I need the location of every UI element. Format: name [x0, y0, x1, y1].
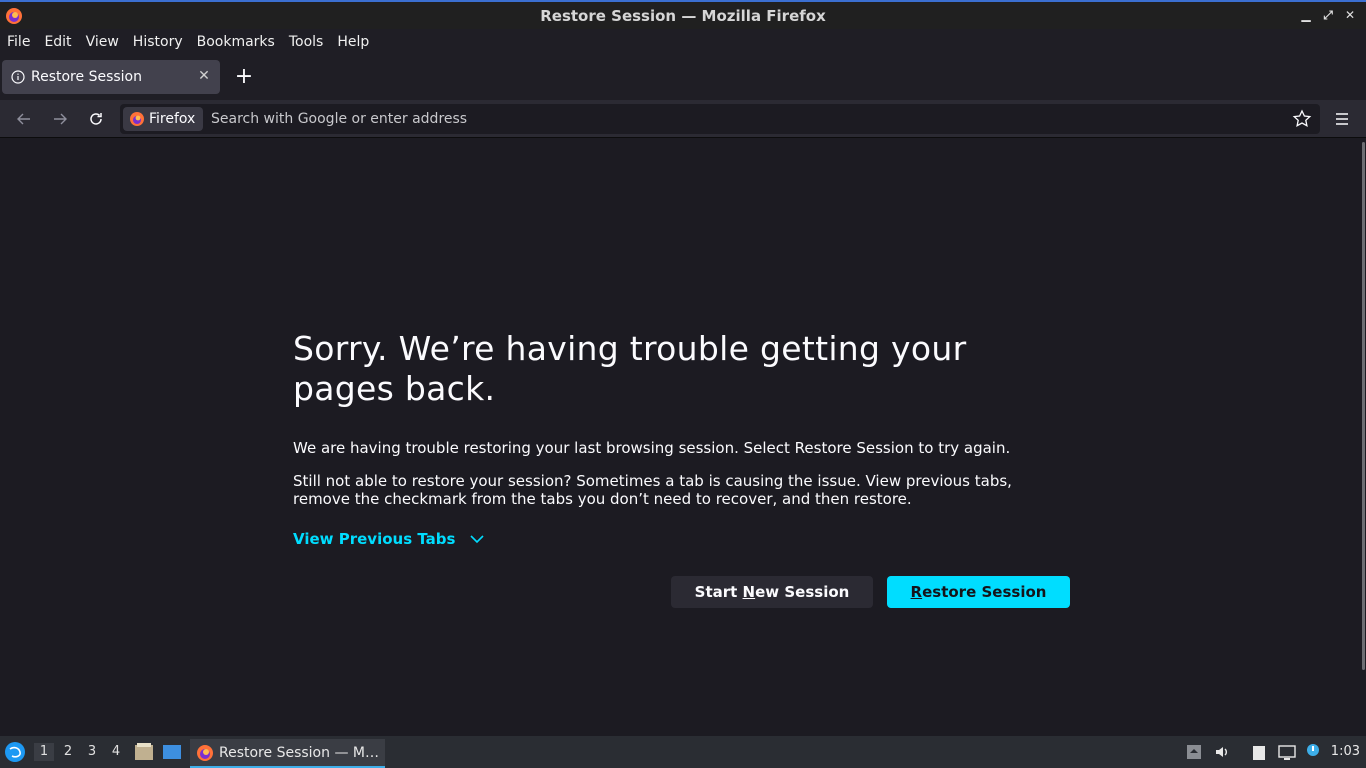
- task-label: Restore Session — M…: [219, 744, 379, 761]
- start-menu-icon[interactable]: [4, 741, 26, 763]
- window-titlebar: Restore Session — Mozilla Firefox ▁ ⤢ ✕: [0, 0, 1366, 29]
- chevron-down-icon: [470, 535, 485, 544]
- window-controls: ▁ ⤢ ✕: [1298, 7, 1358, 23]
- workspace-1[interactable]: 1: [34, 743, 54, 761]
- info-icon: [11, 70, 25, 84]
- maximize-icon[interactable]: ⤢: [1320, 7, 1336, 23]
- button-label-part: estore Session: [922, 583, 1047, 601]
- close-window-icon[interactable]: ✕: [1342, 7, 1358, 23]
- firefox-icon: [6, 8, 22, 24]
- error-description: We are having trouble restoring your las…: [293, 439, 1011, 457]
- button-label-part: ew Session: [755, 583, 850, 601]
- network-icon[interactable]: [1278, 743, 1296, 761]
- menu-edit[interactable]: Edit: [44, 34, 71, 50]
- menu-view[interactable]: View: [86, 34, 119, 50]
- clipboard-icon[interactable]: [1250, 743, 1268, 761]
- scrollbar[interactable]: [1362, 142, 1365, 670]
- menu-bookmarks[interactable]: Bookmarks: [197, 34, 275, 50]
- menu-help[interactable]: Help: [337, 34, 369, 50]
- page-content: Sorry. We’re having trouble getting your…: [0, 139, 1366, 736]
- volume-icon[interactable]: [1213, 743, 1231, 761]
- button-label-part: Start: [694, 583, 743, 601]
- nav-bar: Firefox: [0, 100, 1366, 138]
- menu-history[interactable]: History: [133, 34, 183, 50]
- identity-box[interactable]: Firefox: [123, 107, 203, 131]
- taskbar-firefox-task[interactable]: Restore Session — M…: [190, 739, 385, 768]
- menu-icon[interactable]: [1330, 107, 1354, 131]
- taskbar: 1 2 3 4 Restore Session — M… 1:03: [0, 736, 1366, 768]
- accesskey: R: [910, 583, 923, 601]
- star-icon[interactable]: [1292, 109, 1312, 129]
- workspace-2[interactable]: 2: [58, 743, 78, 761]
- plus-icon[interactable]: +: [232, 66, 256, 90]
- menu-tools[interactable]: Tools: [289, 34, 324, 50]
- forward-icon[interactable]: [48, 107, 72, 131]
- menu-bar: File Edit View History Bookmarks Tools H…: [0, 29, 1366, 54]
- view-previous-tabs-label: View Previous Tabs: [293, 530, 456, 548]
- start-new-session-button[interactable]: Start New Session: [671, 576, 873, 608]
- minimize-icon[interactable]: ▁: [1298, 7, 1314, 23]
- address-input[interactable]: [211, 104, 1271, 134]
- tab-restore-session[interactable]: Restore Session ✕: [2, 60, 220, 94]
- identity-label: Firefox: [149, 111, 196, 127]
- restore-session-button[interactable]: Restore Session: [887, 576, 1070, 608]
- button-row: Start New Session Restore Session: [671, 576, 1070, 608]
- firefox-icon: [197, 744, 213, 761]
- page-title: Sorry. We’re having trouble getting your…: [293, 329, 967, 408]
- notification-icon[interactable]: [1304, 743, 1322, 761]
- menu-file[interactable]: File: [7, 34, 30, 50]
- workspace-3[interactable]: 3: [82, 743, 102, 761]
- restore-container: Sorry. We’re having trouble getting your…: [293, 329, 1073, 608]
- clock: 1:03: [1330, 744, 1360, 759]
- tab-label: Restore Session: [31, 69, 142, 85]
- close-icon[interactable]: ✕: [196, 68, 212, 84]
- window-title: Restore Session — Mozilla Firefox: [540, 6, 826, 25]
- tray-up-icon[interactable]: [1185, 743, 1203, 761]
- file-manager-icon[interactable]: [134, 742, 154, 762]
- desktop-icon[interactable]: [162, 742, 182, 762]
- workspace-4[interactable]: 4: [106, 743, 126, 761]
- back-icon[interactable]: [12, 107, 36, 131]
- view-previous-tabs-button[interactable]: View Previous Tabs: [293, 530, 1073, 548]
- tab-bar: Restore Session ✕ +: [0, 54, 1366, 100]
- error-hint: Still not able to restore your session? …: [293, 472, 1012, 508]
- url-bar[interactable]: Firefox: [120, 104, 1320, 134]
- firefox-icon: [130, 112, 144, 126]
- accesskey: N: [742, 583, 756, 601]
- reload-icon[interactable]: [84, 107, 108, 131]
